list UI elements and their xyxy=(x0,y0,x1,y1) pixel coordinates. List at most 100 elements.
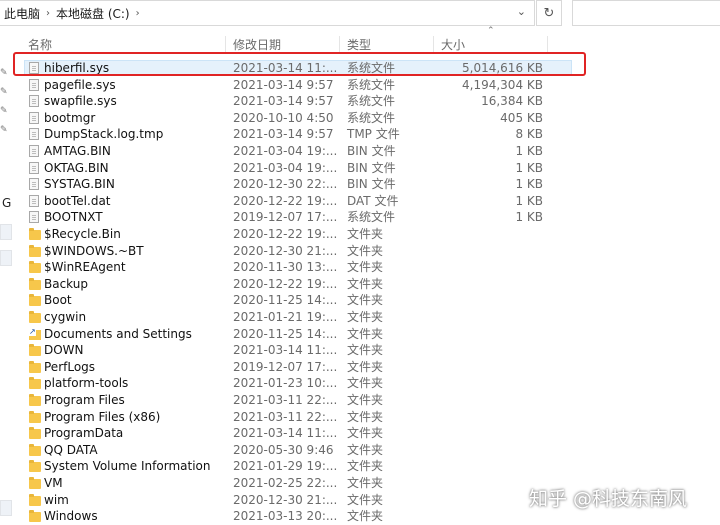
file-size: 1 KB xyxy=(515,177,543,192)
file-row[interactable]: swapfile.sys 2021-03-14 9:57 系统文件 16,384 KB xyxy=(0,93,720,110)
file-name: Program Files (x86) xyxy=(44,409,161,424)
column-header-name[interactable]: 名称 xyxy=(28,36,52,53)
file-icon xyxy=(29,78,39,91)
folder-icon xyxy=(29,394,41,406)
column-header-type[interactable]: 类型 xyxy=(347,36,371,53)
folder-row[interactable]: PerfLogs 2019-12-07 17:... 文件夹 xyxy=(0,359,720,376)
modified-date: 2021-03-04 19:... xyxy=(233,160,338,175)
file-name: bootTel.dat xyxy=(44,193,111,208)
file-icon xyxy=(29,95,39,108)
folder-row[interactable]: Program Files 2021-03-11 22:... 文件夹 xyxy=(0,392,720,409)
file-name: cygwin xyxy=(44,310,87,324)
column-header-date[interactable]: 修改日期 xyxy=(233,36,281,53)
breadcrumb-separator-icon[interactable]: › xyxy=(136,8,140,19)
folder-row[interactable]: DOWN 2021-03-14 11:... 文件夹 xyxy=(0,342,720,359)
address-bar[interactable]: 此电脑 › 本地磁盘 (C:) › ⌄ xyxy=(0,0,535,26)
folder-row[interactable]: $Recycle.Bin 2020-12-22 19:... 文件夹 xyxy=(0,226,720,243)
file-row[interactable]: AMTAG.BIN 2021-03-04 19:... BIN 文件 1 KB xyxy=(0,143,720,160)
folder-row[interactable]: platform-tools 2021-01-23 10:... 文件夹 xyxy=(0,375,720,392)
file-size: 1 KB xyxy=(515,210,543,225)
modified-date: 2021-03-14 9:57 xyxy=(233,77,334,92)
search-input[interactable] xyxy=(572,0,720,26)
folder-shortcut-icon xyxy=(29,327,41,340)
modified-date: 2021-03-14 11:... xyxy=(233,343,338,358)
folder-row[interactable]: Documents and Settings 2020-11-25 14:... 文… xyxy=(0,326,720,343)
modified-date: 2020-12-22 19:... xyxy=(233,193,338,208)
file-name: PerfLogs xyxy=(44,359,96,374)
file-icon xyxy=(29,128,39,141)
file-type: 文件夹 xyxy=(347,310,384,324)
file-name: DumpStack.log.tmp xyxy=(44,127,164,142)
file-row[interactable]: SYSTAG.BIN 2020-12-30 22:... BIN 文件 1 KB xyxy=(0,176,720,193)
column-divider[interactable] xyxy=(547,36,548,52)
folder-row[interactable]: Boot 2020-11-25 14:... 文件夹 xyxy=(0,292,720,309)
modified-date: 2021-03-11 22:... xyxy=(233,393,338,407)
file-type: 文件夹 xyxy=(347,260,384,275)
refresh-icon: ↻ xyxy=(543,5,555,21)
file-type: DAT 文件 xyxy=(347,193,399,208)
file-size: 8 KB xyxy=(515,127,543,142)
folder-icon xyxy=(29,510,41,523)
folder-row[interactable]: Backup 2020-12-22 19:... 文件夹 xyxy=(0,276,720,293)
file-name: BOOTNXT xyxy=(44,210,103,225)
file-type: 系统文件 xyxy=(347,77,396,92)
breadcrumb-this-pc[interactable]: 此电脑 xyxy=(4,5,40,22)
file-name: wim xyxy=(44,492,69,507)
folder-icon xyxy=(29,493,41,506)
column-divider[interactable] xyxy=(433,36,434,52)
file-name: swapfile.sys xyxy=(44,94,117,109)
folder-row[interactable]: cygwin 2021-01-21 19:... 文件夹 xyxy=(0,309,720,326)
highlight-annotation xyxy=(13,52,586,76)
refresh-button[interactable]: ↻ xyxy=(536,0,562,26)
watermark: 知乎 @科技东南风 xyxy=(529,488,688,510)
file-row[interactable]: DumpStack.log.tmp 2021-03-14 9:57 TMP 文件 8 … xyxy=(0,126,720,143)
folder-row[interactable]: Program Files (x86) 2021-03-11 22:... 文件夹 xyxy=(0,409,720,426)
column-divider[interactable] xyxy=(225,36,226,52)
file-type: 文件夹 xyxy=(347,276,384,291)
file-type: 文件夹 xyxy=(347,326,384,341)
folder-row[interactable]: ProgramData 2021-03-14 11:... 文件夹 xyxy=(0,425,720,442)
file-name: pagefile.sys xyxy=(44,77,116,92)
file-type: TMP 文件 xyxy=(347,127,400,142)
file-row[interactable]: BOOTNXT 2019-12-07 17:... 系统文件 1 KB xyxy=(0,209,720,226)
folder-icon xyxy=(29,477,41,489)
column-divider[interactable] xyxy=(339,36,340,52)
file-type: BIN 文件 xyxy=(347,177,396,192)
file-type: BIN 文件 xyxy=(347,144,396,158)
address-dropdown-icon[interactable]: ⌄ xyxy=(517,5,526,18)
folder-icon xyxy=(29,427,41,440)
folder-icon xyxy=(29,344,41,357)
column-header-size[interactable]: 大小 xyxy=(441,36,465,53)
folder-row[interactable]: QQ DATA 2020-05-30 9:46 文件夹 xyxy=(0,442,720,459)
file-name: SYSTAG.BIN xyxy=(44,177,115,192)
file-row[interactable]: OKTAG.BIN 2021-03-04 19:... BIN 文件 1 KB xyxy=(0,160,720,177)
file-size: 1 KB xyxy=(515,160,543,175)
modified-date: 2021-01-23 10:... xyxy=(233,376,338,391)
file-type: 文件夹 xyxy=(347,426,384,441)
folder-row[interactable]: $WINDOWS.~BT 2020-12-30 21:... 文件夹 xyxy=(0,243,720,260)
modified-date: 2020-12-22 19:... xyxy=(233,276,338,291)
folder-row[interactable]: $WinREAgent 2020-11-30 13:... 文件夹 xyxy=(0,259,720,276)
file-name: Program Files xyxy=(44,393,125,407)
file-type: 文件夹 xyxy=(347,376,384,391)
modified-date: 2021-03-14 11:... xyxy=(233,426,338,441)
file-name: $Recycle.Bin xyxy=(44,227,121,241)
file-name: platform-tools xyxy=(44,376,129,391)
file-name: $WinREAgent xyxy=(44,260,126,275)
file-type: BIN 文件 xyxy=(347,160,396,175)
file-name: DOWN xyxy=(44,343,84,358)
file-name: AMTAG.BIN xyxy=(44,144,111,158)
modified-date: 2021-01-21 19:... xyxy=(233,310,338,324)
file-type: 系统文件 xyxy=(347,210,396,225)
modified-date: 2020-12-30 21:... xyxy=(233,492,338,507)
modified-date: 2020-12-30 22:... xyxy=(233,177,338,192)
file-row[interactable]: pagefile.sys 2021-03-14 9:57 系统文件 4,194,304… xyxy=(0,77,720,94)
breadcrumb-drive-c[interactable]: 本地磁盘 (C:) xyxy=(56,5,130,22)
modified-date: 2021-03-13 20:... xyxy=(233,509,338,524)
file-row[interactable]: bootmgr 2020-10-10 4:50 系统文件 405 KB xyxy=(0,110,720,127)
breadcrumb-separator-icon[interactable]: › xyxy=(46,8,50,19)
file-name: ProgramData xyxy=(44,426,124,441)
file-row[interactable]: bootTel.dat 2020-12-22 19:... DAT 文件 1 KB xyxy=(0,193,720,210)
folder-row[interactable]: System Volume Information 2021-01-29 19:.… xyxy=(0,458,720,475)
modified-date: 2021-03-11 22:... xyxy=(233,409,338,424)
